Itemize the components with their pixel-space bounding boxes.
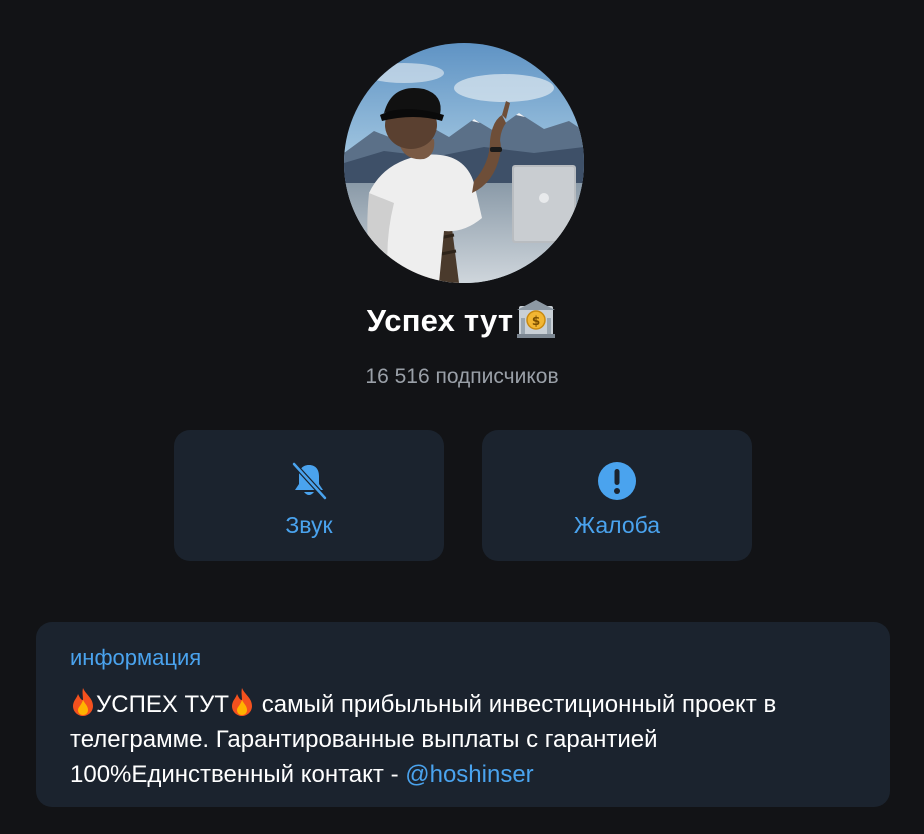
info-card: информация УСПЕХ ТУТ самый прибыльный ин… [36,622,890,807]
channel-title: Успех тут [366,303,514,338]
fire-emoji-icon [232,688,253,716]
avatar-photo [344,43,584,283]
channel-avatar[interactable] [344,43,584,283]
info-heading: информация [70,645,202,670]
sound-button-label: Звук [285,512,333,538]
exclamation-circle-icon [598,462,636,500]
info-text-part1: УСПЕХ ТУТ [96,691,230,718]
subscriber-count: 16 516 подписчиков [365,365,559,388]
bank-emoji-icon: $ [517,300,556,338]
svg-text:$: $ [532,314,540,328]
report-button-label: Жалоба [573,512,661,538]
report-button[interactable]: Жалоба [482,430,752,561]
channel-title-row: Успех тут $ [0,300,924,340]
channel-profile-page: Успех тут $ 16 516 подписчиков Звук Жало… [0,0,924,834]
contact-link[interactable]: @hoshinser [405,761,533,788]
sound-button[interactable]: Звук [174,430,444,561]
bell-muted-icon [292,462,327,500]
fire-emoji-icon [73,688,93,716]
info-description: УСПЕХ ТУТ самый прибыльный инвестиционны… [70,687,856,792]
